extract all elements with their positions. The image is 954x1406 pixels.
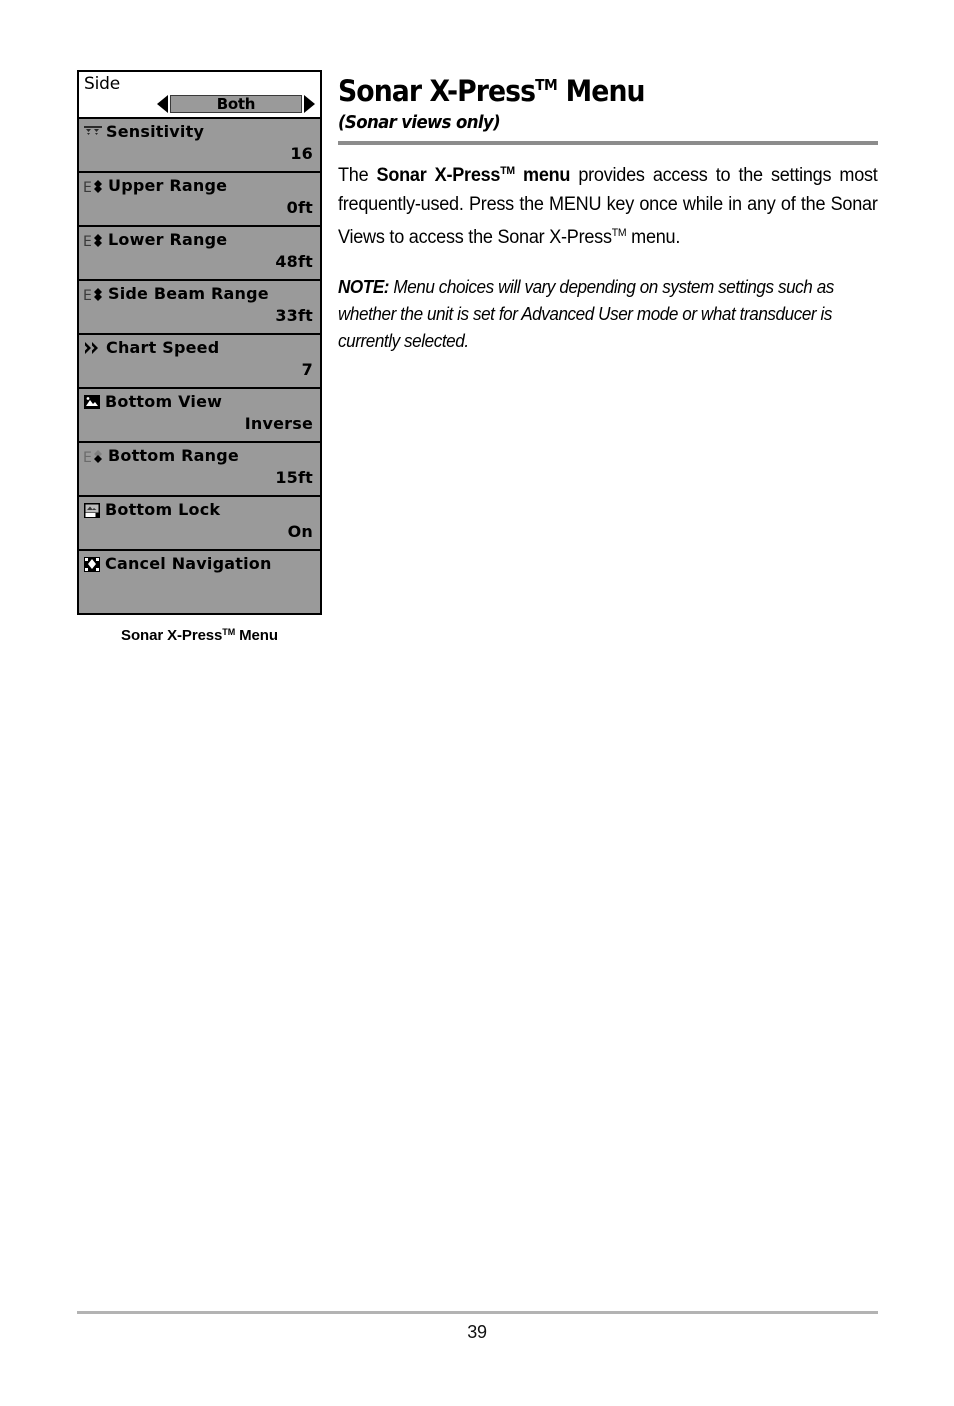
- note-label: NOTE:: [338, 277, 390, 297]
- footer-divider: [77, 1311, 878, 1314]
- range-updown-icon: E: [83, 233, 102, 249]
- right-arrow-icon[interactable]: [304, 95, 315, 113]
- menu-item-lower-range[interactable]: E Lower Range 48ft: [79, 227, 320, 281]
- bottom-view-image-icon: [84, 395, 100, 409]
- page-title: Sonar X-PressTM Menu: [338, 68, 835, 108]
- paragraph-end: menu.: [626, 227, 681, 248]
- left-arrow-icon[interactable]: [157, 95, 168, 113]
- menu-item-value: [83, 576, 314, 598]
- svg-text:E: E: [83, 450, 92, 465]
- range-updown-icon: E: [83, 287, 102, 303]
- menu-item-label: Chart Speed: [106, 338, 220, 357]
- page-subtitle: (Sonar views only): [338, 112, 501, 133]
- menu-item-label: Lower Range: [108, 230, 228, 249]
- lcd-menu-header: Side Both: [79, 72, 320, 119]
- lcd-menu-header-title: Side: [84, 74, 120, 94]
- menu-item-label: Side Beam Range: [108, 284, 269, 303]
- page-title-tm: TM: [535, 76, 558, 94]
- menu-item-value: Inverse: [244, 414, 313, 433]
- menu-item-label: Sensitivity: [106, 122, 205, 141]
- page-title-main: Sonar X-Press: [338, 74, 536, 108]
- bottom-lock-icon: [84, 502, 100, 518]
- note-paragraph: NOTE: Menu choices will vary depending o…: [338, 274, 878, 355]
- menu-item-value: On: [287, 522, 313, 541]
- side-selected-value[interactable]: Both: [170, 95, 302, 113]
- menu-item-cancel-navigation[interactable]: Cancel Navigation: [79, 551, 320, 613]
- figure-caption: Sonar X-PressTM Menu: [77, 627, 322, 644]
- paragraph-tm-2: TM: [611, 227, 627, 239]
- figure-caption-tail: Menu: [235, 627, 278, 644]
- menu-item-label: Bottom Lock: [105, 500, 221, 519]
- range-updown-icon: E: [83, 449, 102, 465]
- figure-caption-text: Sonar X-Press: [121, 627, 223, 644]
- intro-paragraph: The Sonar X-PressTM menu provides access…: [338, 157, 878, 252]
- figure-caption-tm: TM: [222, 627, 236, 637]
- menu-item-value: 33ft: [275, 306, 313, 325]
- page-title-suffix: Menu: [557, 74, 646, 108]
- menu-item-value: 7: [301, 360, 313, 379]
- page-number: 39: [467, 1322, 487, 1342]
- menu-item-sensitivity[interactable]: Sensitivity 16: [79, 119, 320, 173]
- menu-item-value: 15ft: [275, 468, 313, 487]
- svg-text:E: E: [83, 234, 92, 249]
- lcd-menu-panel: Side Both Sensitivity 16 E Upper Range 0…: [77, 70, 322, 615]
- sonar-xpress-menu-figure: Side Both Sensitivity 16 E Upper Range 0…: [77, 70, 322, 644]
- menu-item-value: 16: [290, 144, 313, 163]
- menu-item-label: Cancel Navigation: [105, 554, 272, 573]
- paragraph-bold-tail: menu: [514, 165, 571, 186]
- svg-text:E: E: [83, 288, 92, 303]
- menu-item-label: Bottom Range: [108, 446, 239, 465]
- article-column: Sonar X-PressTM Menu (Sonar views only) …: [338, 68, 878, 355]
- menu-item-label: Upper Range: [108, 176, 228, 195]
- menu-item-label: Bottom View: [105, 392, 223, 411]
- menu-item-bottom-lock[interactable]: Bottom Lock On: [79, 497, 320, 551]
- paragraph-bold-term: Sonar X-Press: [376, 165, 501, 186]
- menu-item-side-beam-range[interactable]: E Side Beam Range 33ft: [79, 281, 320, 335]
- menu-item-bottom-view[interactable]: Bottom View Inverse: [79, 389, 320, 443]
- paragraph-lead: The: [338, 165, 377, 186]
- note-text: Menu choices will vary depending on syst…: [338, 277, 834, 351]
- menu-item-bottom-range[interactable]: E Bottom Range 15ft: [79, 443, 320, 497]
- title-divider: [338, 141, 878, 145]
- menu-item-chart-speed[interactable]: Chart Speed 7: [79, 335, 320, 389]
- menu-item-value: 0ft: [286, 198, 313, 217]
- sensitivity-waves-icon: [84, 126, 102, 135]
- menu-item-upper-range[interactable]: E Upper Range 0ft: [79, 173, 320, 227]
- range-updown-icon: E: [83, 179, 102, 195]
- cancel-navigation-icon: [84, 556, 100, 572]
- side-value-selector[interactable]: Both: [84, 95, 315, 113]
- paragraph-bold-tm: TM: [500, 165, 515, 177]
- chart-speed-chevrons-icon: [85, 341, 98, 354]
- svg-text:E: E: [83, 180, 92, 195]
- menu-item-value: 48ft: [275, 252, 313, 271]
